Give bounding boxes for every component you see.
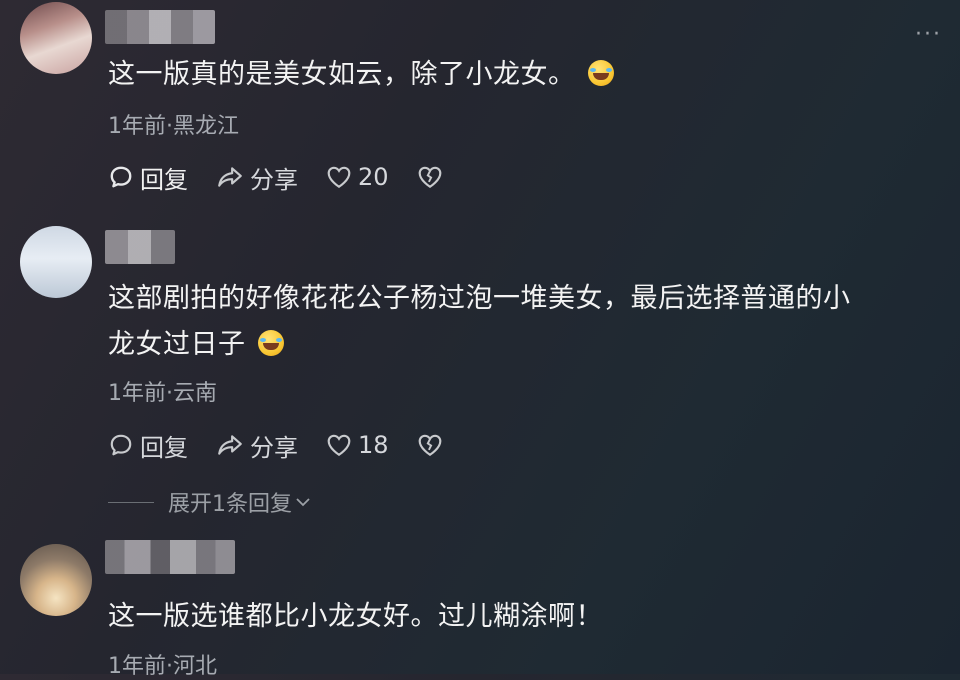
heart-icon xyxy=(327,166,351,189)
reply-label: 回复 xyxy=(140,433,188,462)
laughing-emoji-icon xyxy=(257,330,284,356)
comment-text: 这部剧拍的好像花花公子杨过泡一堆美女，最后选择普通的小 龙女过日子 xyxy=(108,276,851,368)
dislike-button[interactable] xyxy=(417,165,449,189)
like-button[interactable]: 18 xyxy=(326,431,389,459)
like-count: 18 xyxy=(358,431,389,459)
like-button[interactable]: 20 xyxy=(326,163,389,191)
comment-text-line: 龙女过日子 xyxy=(108,322,851,368)
share-label: 分享 xyxy=(250,165,298,194)
more-options-icon[interactable]: ··· xyxy=(915,22,942,47)
laughing-emoji-icon xyxy=(587,60,614,86)
comment-text: 这一版选谁都比小龙女好。过儿糊涂啊！ xyxy=(108,601,603,632)
reply-label: 回复 xyxy=(140,165,188,194)
comment-meta: 1年前·河北 xyxy=(108,654,217,679)
comment-meta: 1年前·云南 xyxy=(108,381,217,406)
chevron-down-icon xyxy=(296,498,310,507)
share-icon xyxy=(218,435,242,455)
share-button[interactable]: 分享 xyxy=(216,160,298,195)
broken-heart-icon xyxy=(418,434,441,457)
reply-icon xyxy=(110,166,132,188)
broken-heart-icon xyxy=(418,166,441,189)
reply-button[interactable]: 回复 xyxy=(108,428,188,463)
username-blurred[interactable] xyxy=(105,230,175,264)
share-button[interactable]: 分享 xyxy=(216,428,298,463)
avatar[interactable] xyxy=(20,2,92,74)
comment-text: 这一版真的是美女如云，除了小龙女。 xyxy=(108,52,614,98)
reply-icon xyxy=(110,434,132,456)
username-blurred[interactable] xyxy=(105,540,235,574)
comment-text-line: 这部剧拍的好像花花公子杨过泡一堆美女，最后选择普通的小 xyxy=(108,283,851,314)
avatar[interactable] xyxy=(20,544,92,616)
comment-actions: 回复 分享 18 xyxy=(108,428,477,462)
dislike-button[interactable] xyxy=(417,433,449,457)
share-label: 分享 xyxy=(250,433,298,462)
username-blurred[interactable] xyxy=(105,10,215,44)
reply-button[interactable]: 回复 xyxy=(108,160,188,195)
expand-replies-button[interactable]: 展开1条回复 xyxy=(108,486,312,518)
comment-meta: 1年前·黑龙江 xyxy=(108,114,239,139)
share-icon xyxy=(218,167,242,187)
divider-line xyxy=(108,501,154,503)
comment-actions: 回复 分享 20 xyxy=(108,160,477,194)
expand-replies-label: 展开1条回复 xyxy=(168,492,292,517)
heart-icon xyxy=(327,434,351,457)
avatar[interactable] xyxy=(20,226,92,298)
like-count: 20 xyxy=(358,163,389,191)
